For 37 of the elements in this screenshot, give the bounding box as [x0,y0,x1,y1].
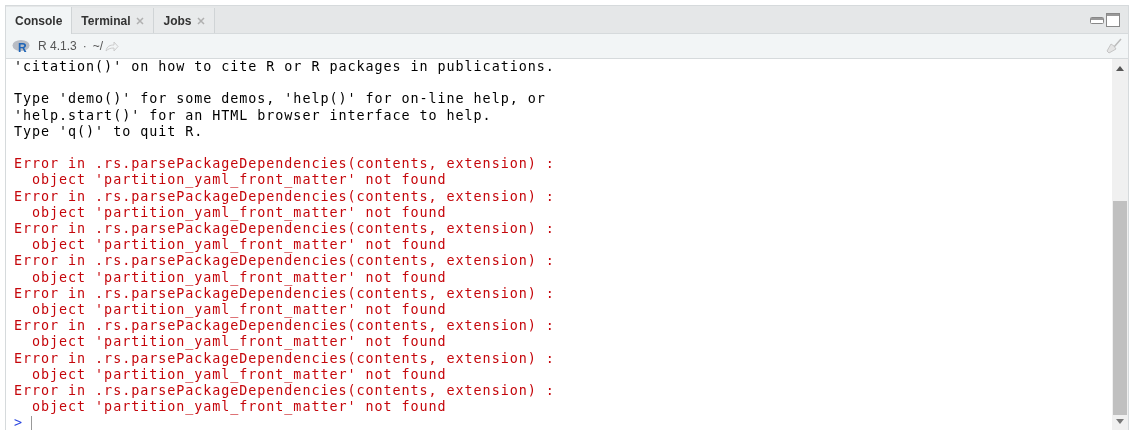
error-message: Error in .rs.parsePackageDependencies(contents, extension) : [14,383,556,400]
error-message: Error in .rs.parsePackageDependencies(contents, extension) : [14,156,556,173]
error-message: Error in .rs.parsePackageDependencies(contents, extension) : [14,253,556,270]
text-cursor[interactable] [31,415,32,430]
close-icon[interactable] [136,16,145,25]
scroll-up-icon[interactable] [1116,66,1124,71]
error-message: object 'partition_yaml_front_matter' not found [31,237,448,254]
error-message: Error in .rs.parsePackageDependencies(contents, extension) : [14,350,556,367]
scroll-down-icon[interactable] [1116,419,1124,424]
console-output: Type 'q()' to quit R. [14,123,205,140]
console-output: 'help.start()' for an HTML browser interface to help. [14,107,493,124]
error-message: object 'partition_yaml_front_matter' not found [31,172,448,189]
console-output: Type 'demo()' for some demos, 'help()' for on-line help, or [14,91,547,108]
console-output: 'citation()' on how to cite R or R packages in publications. [14,59,556,76]
tab[interactable]: Console [6,7,73,34]
r-version: R 4.1.3 [38,39,77,53]
minimize-icon[interactable] [1090,15,1104,24]
scrollbar-thumb[interactable] [1113,201,1127,415]
error-message: object 'partition_yaml_front_matter' not found [31,302,448,319]
error-message: object 'partition_yaml_front_matter' not found [31,366,448,384]
error-message: object 'partition_yaml_front_matter' not found [31,334,448,351]
separator-dot: · [82,39,87,53]
error-message: object 'partition_yaml_front_matter' not found [31,269,448,286]
error-message: Error in .rs.parsePackageDependencies(contents, extension) : [14,318,556,335]
error-message: Error in .rs.parsePackageDependencies(contents, extension) : [14,188,556,205]
error-message: Error in .rs.parsePackageDependencies(contents, extension) : [14,285,556,302]
arrow-icon[interactable] [105,40,120,52]
maximize-icon[interactable] [1106,12,1120,27]
close-icon[interactable] [197,16,206,25]
error-message: object 'partition_yaml_front_matter' not found [31,204,448,221]
broom-icon[interactable] [1106,38,1122,54]
error-message: Error in .rs.parsePackageDependencies(contents, extension) : [14,221,556,238]
error-message: object 'partition_yaml_front_matter' not found [31,399,448,416]
prompt: > [14,415,23,430]
r-logo-icon: R [12,39,32,53]
working-directory: ~/ [92,39,104,53]
scrollbar[interactable] [1112,59,1128,430]
